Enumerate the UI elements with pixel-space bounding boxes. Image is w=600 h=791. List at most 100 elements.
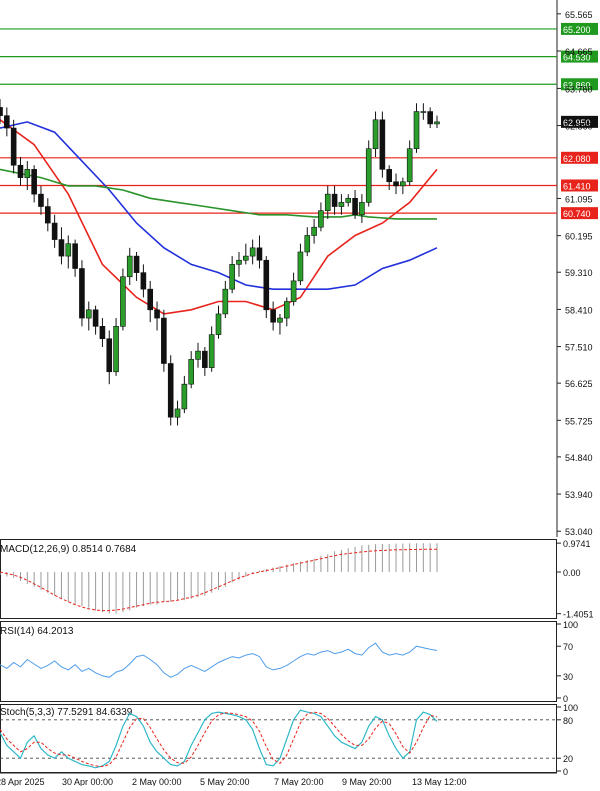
price-tick-label: 53.940 bbox=[565, 490, 593, 500]
candle-down bbox=[0, 107, 3, 116]
candle-up bbox=[85, 309, 92, 319]
price-tick-label: 65.565 bbox=[565, 10, 593, 20]
candle-up bbox=[229, 264, 235, 290]
candle-down bbox=[263, 259, 270, 311]
candle-down bbox=[17, 164, 24, 178]
candle-up bbox=[406, 148, 413, 183]
price-tick-label: 58.410 bbox=[565, 305, 593, 315]
candle-up bbox=[283, 301, 290, 319]
chart-root: MACD(12,26,9) 0.8514 0.7684 RSI(14) 64.2… bbox=[0, 0, 600, 787]
time-tick-label: 9 May 20:00 bbox=[342, 777, 392, 786]
candle-down bbox=[79, 268, 85, 319]
candle-up bbox=[434, 121, 440, 125]
candle-up bbox=[420, 111, 427, 113]
candle-up bbox=[174, 408, 181, 418]
stoch-tick-label: 100 bbox=[563, 703, 578, 713]
candle-up bbox=[338, 202, 345, 207]
level-tag-label: 62.080 bbox=[563, 154, 591, 164]
candle-up bbox=[188, 359, 194, 385]
price-tick-label: 64.665 bbox=[565, 47, 593, 57]
candle-down bbox=[379, 119, 386, 170]
candle-down bbox=[72, 243, 78, 269]
price-tick-label: 57.510 bbox=[565, 343, 593, 353]
candle-up bbox=[359, 202, 365, 216]
candle-down bbox=[51, 222, 58, 240]
time-tick-label: 2 May 00:00 bbox=[132, 777, 182, 786]
candle-up bbox=[413, 111, 420, 150]
candle-down bbox=[331, 193, 338, 207]
candle-up bbox=[311, 226, 317, 236]
candle-up bbox=[195, 350, 201, 360]
candle-up bbox=[249, 247, 256, 257]
candle-up bbox=[65, 243, 72, 257]
stoch-tick-label: 20 bbox=[563, 754, 573, 764]
candle-up bbox=[290, 280, 297, 302]
time-tick-label: 5 May 20:00 bbox=[200, 777, 250, 786]
candle-down bbox=[99, 326, 106, 340]
candle-up bbox=[324, 193, 331, 211]
candle-down bbox=[4, 115, 10, 129]
rsi-tick-label: 70 bbox=[563, 642, 573, 652]
candle-up bbox=[304, 235, 311, 253]
candle-up bbox=[181, 383, 188, 410]
price-tick-label: 56.625 bbox=[565, 379, 593, 389]
candle-up bbox=[236, 259, 242, 265]
candle-down bbox=[38, 193, 44, 207]
price-tick-label: 54.840 bbox=[565, 453, 593, 463]
candle-down bbox=[161, 317, 167, 364]
candle-down bbox=[393, 181, 399, 187]
macd-tick-label: 0.00 bbox=[563, 568, 581, 578]
candle-down bbox=[270, 309, 276, 323]
price-tick-label: 53.040 bbox=[565, 527, 593, 537]
time-tick-label: 28 Apr 2025 bbox=[0, 777, 45, 786]
candle-down bbox=[58, 239, 65, 257]
rsi-tick-label: 30 bbox=[563, 672, 573, 682]
level-tag-label: 65.200 bbox=[563, 25, 591, 35]
candle-up bbox=[277, 317, 283, 323]
candle-up bbox=[297, 251, 304, 282]
candle-up bbox=[222, 288, 229, 315]
time-tick-label: 30 Apr 00:00 bbox=[62, 777, 113, 786]
candle-down bbox=[256, 247, 263, 261]
candle-up bbox=[400, 181, 406, 187]
candle-up bbox=[126, 255, 133, 278]
candle-up bbox=[372, 119, 379, 150]
candle-up bbox=[208, 334, 215, 368]
candle-down bbox=[386, 169, 393, 183]
price-tick-label: 62.860 bbox=[565, 122, 593, 132]
candle-up bbox=[24, 169, 31, 178]
candle-down bbox=[427, 111, 433, 125]
stoch-tick-label: 80 bbox=[563, 716, 573, 726]
candle-up bbox=[215, 313, 222, 335]
candle-down bbox=[140, 272, 147, 290]
stoch-title: Stoch(5,3,3) 77.5291 84.6339 bbox=[0, 707, 133, 718]
level-tag-label: 61.410 bbox=[563, 181, 591, 191]
time-tick-label: 13 May 12:00 bbox=[412, 777, 467, 786]
chart-background bbox=[0, 0, 600, 786]
candle-up bbox=[365, 148, 372, 203]
candle-up bbox=[120, 276, 126, 327]
candle-down bbox=[154, 309, 160, 319]
rsi-tick-label: 100 bbox=[563, 620, 578, 630]
time-tick-label: 7 May 20:00 bbox=[274, 777, 324, 786]
level-tag-label: 60.740 bbox=[563, 209, 591, 219]
price-tick-label: 63.760 bbox=[565, 84, 593, 94]
price-tick-label: 59.310 bbox=[565, 268, 593, 278]
candle-down bbox=[31, 169, 37, 195]
price-tick-label: 60.195 bbox=[565, 232, 593, 242]
candle-down bbox=[147, 288, 154, 311]
stoch-tick-label: 0 bbox=[563, 767, 568, 777]
candle-up bbox=[345, 197, 352, 203]
candle-down bbox=[10, 127, 17, 166]
macd-tick-label: 0.9741 bbox=[563, 539, 591, 549]
candle-down bbox=[167, 363, 174, 418]
candle-down bbox=[352, 197, 358, 216]
candle-down bbox=[106, 338, 113, 373]
rsi-title: RSI(14) 64.2013 bbox=[0, 626, 74, 637]
candle-down bbox=[44, 206, 51, 224]
candle-down bbox=[202, 350, 208, 368]
candle-down bbox=[133, 255, 140, 273]
candle-up bbox=[318, 210, 324, 228]
candle-down bbox=[92, 309, 99, 327]
price-tick-label: 61.095 bbox=[565, 194, 593, 204]
